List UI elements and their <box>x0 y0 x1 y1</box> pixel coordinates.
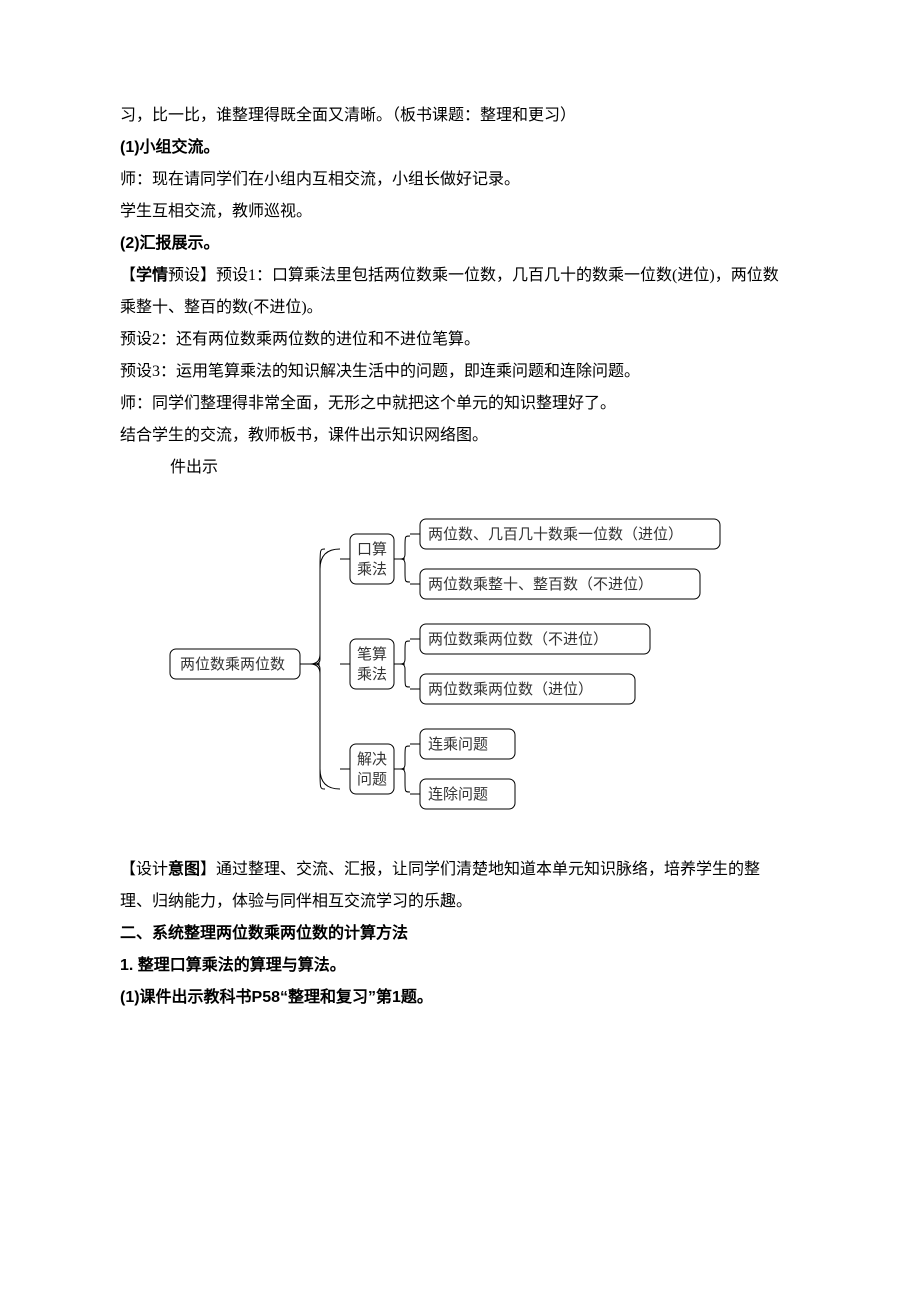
paragraph: 学生互相交流，教师巡视。 <box>120 196 800 228</box>
text-bold: 学情 <box>136 267 168 284</box>
root-label: 两位数乘两位数 <box>180 656 285 673</box>
text: 预设】预设1：口算乘法里包括两位数乘一位数，几百几十的数乘一位数(进位)，两位数 <box>168 267 779 284</box>
branch3-line1: 解决 <box>357 751 387 768</box>
section-heading: 二、系统整理两位数乘两位数的计算方法 <box>120 918 800 950</box>
diagram-svg: 两位数乘两位数 口算 乘法 两位数、几百几十数乘一位数（进位） 两位数乘整十、整… <box>160 514 800 824</box>
knowledge-diagram: 两位数乘两位数 口算 乘法 两位数、几百几十数乘一位数（进位） 两位数乘整十、整… <box>160 514 800 824</box>
paragraph: 【学情预设】预设1：口算乘法里包括两位数乘一位数，几百几十的数乘一位数(进位)，… <box>120 260 800 292</box>
branch2-line2: 乘法 <box>357 666 387 683</box>
paragraph: 预设2：还有两位数乘两位数的进位和不进位笔算。 <box>120 324 800 356</box>
leaf-text: 两位数乘两位数（进位） <box>428 681 593 698</box>
text-bold: 意图 <box>168 861 200 878</box>
branch3-line2: 问题 <box>357 771 387 788</box>
text: 】通过整理、交流、汇报，让同学们清楚地知道本单元知识脉络，培养学生的整 <box>200 861 760 878</box>
text: 【设计 <box>120 861 168 878</box>
branch2-line1: 笔算 <box>357 645 387 663</box>
subheading: (1)课件出示教科书P58“整理和复习”第1题。 <box>120 982 800 1014</box>
leaf-text: 两位数、几百几十数乘一位数（进位） <box>428 526 683 543</box>
paragraph: 预设3：运用笔算乘法的知识解决生活中的问题，即连乘问题和连除问题。 <box>120 356 800 388</box>
leaf-text: 连除问题 <box>428 786 488 803</box>
paragraph: 【设计意图】通过整理、交流、汇报，让同学们清楚地知道本单元知识脉络，培养学生的整 <box>120 854 800 886</box>
text: 【 <box>120 267 136 284</box>
leaf-text: 连乘问题 <box>428 736 488 753</box>
subheading: (2)汇报展示。 <box>120 228 800 260</box>
paragraph: 理、归纳能力，体验与同伴相互交流学习的乐趣。 <box>120 886 800 918</box>
paragraph: 乘整十、整百的数(不进位)。 <box>120 292 800 324</box>
branch1-line1: 口算 <box>357 540 387 558</box>
page-content: 习，比一比，谁整理得既全面又清晰。（板书课题：整理和更习） (1)小组交流。 师… <box>0 0 920 1301</box>
branch1-line2: 乘法 <box>357 561 387 578</box>
leaf-text: 两位数乘两位数（不进位） <box>428 631 608 648</box>
subheading: 1. 整理口算乘法的算理与算法。 <box>120 950 800 982</box>
paragraph: 师：现在请同学们在小组内互相交流，小组长做好记录。 <box>120 164 800 196</box>
leaf-text: 两位数乘整十、整百数（不进位） <box>428 576 653 593</box>
subheading: (1)小组交流。 <box>120 132 800 164</box>
bracket-large-shape <box>310 549 325 789</box>
paragraph: 习，比一比，谁整理得既全面又清晰。（板书课题：整理和更习） <box>120 100 800 132</box>
slide-label: 件出示 <box>170 452 218 484</box>
paragraph: 师：同学们整理得非常全面，无形之中就把这个单元的知识整理好了。 <box>120 388 800 420</box>
paragraph: 结合学生的交流，教师板书，课件出示知识网络图。 <box>120 420 800 452</box>
